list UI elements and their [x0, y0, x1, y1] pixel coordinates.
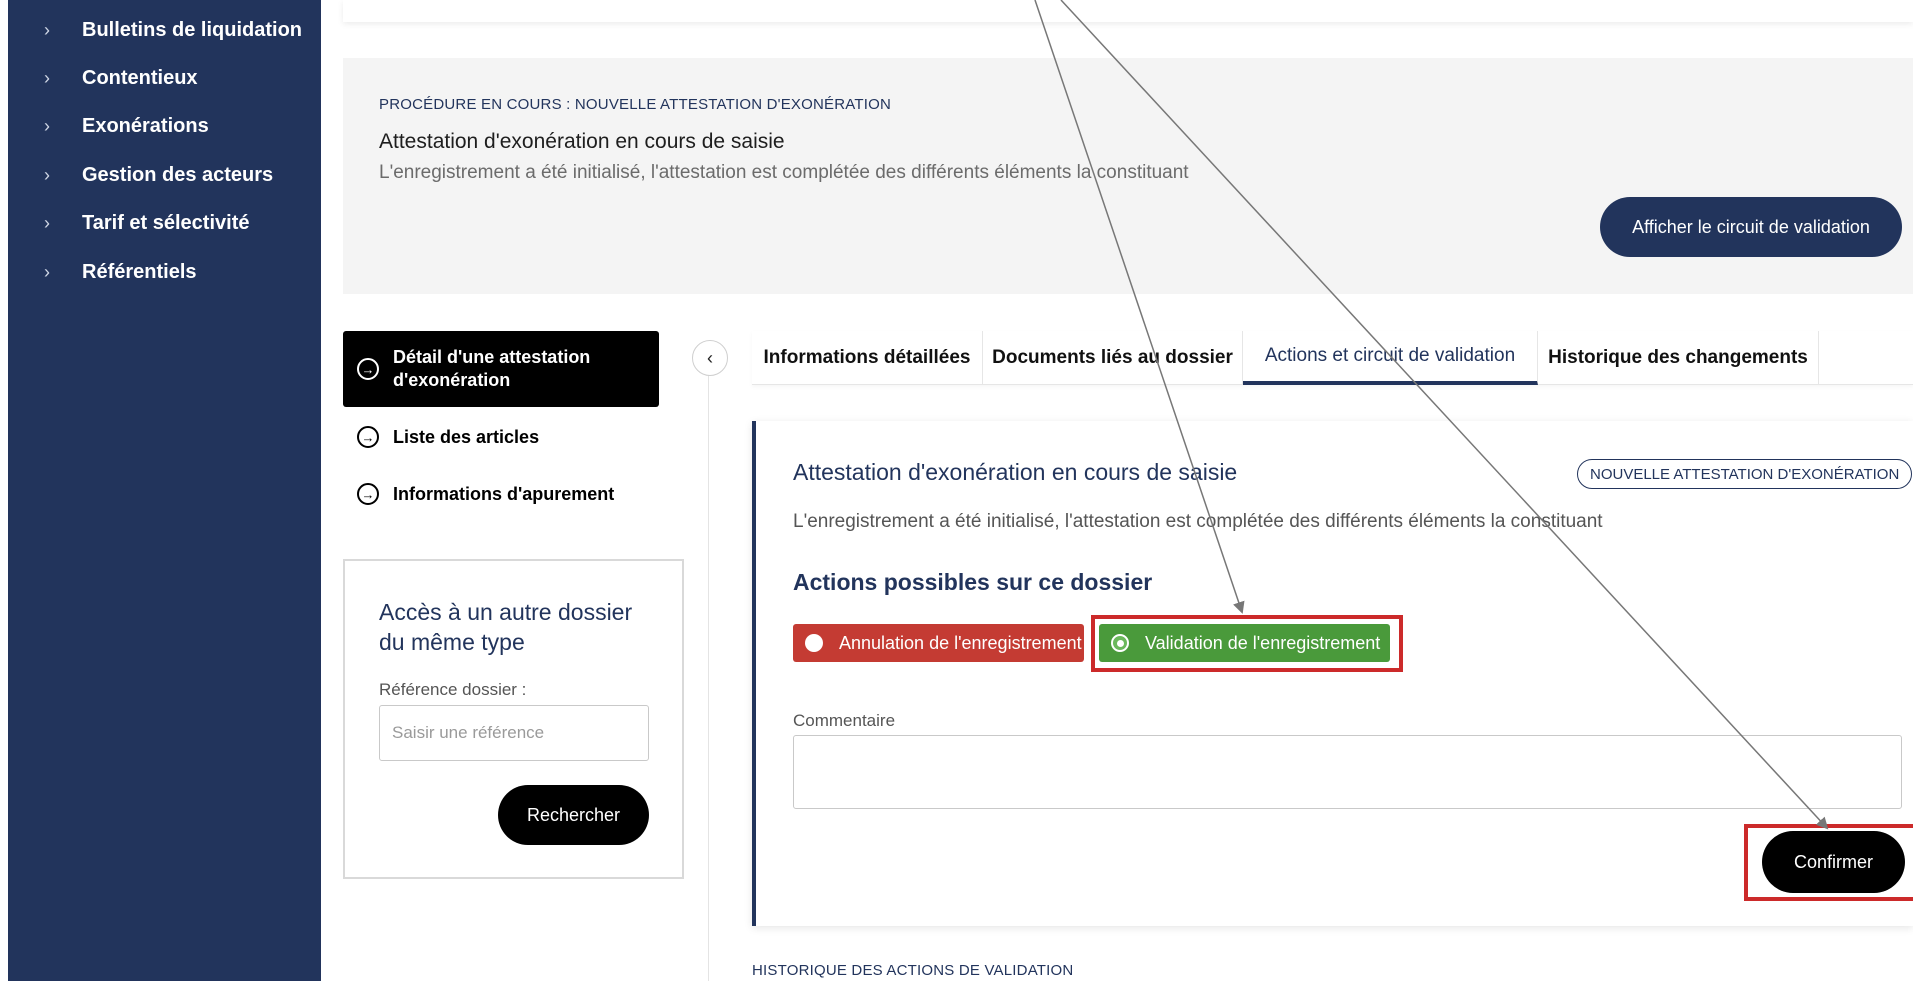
sidebar-item-exonerations[interactable]: › Exonérations [44, 106, 209, 146]
tab-historique-changements[interactable]: Historique des changements [1538, 331, 1819, 385]
chevron-right-icon: › [44, 19, 50, 40]
chevron-right-icon: › [44, 261, 50, 282]
divider [708, 350, 709, 981]
sidebar-item-label: Tarif et sélectivité [82, 211, 250, 234]
procedure-kicker: PROCÉDURE EN COURS : NOUVELLE ATTESTATIO… [379, 96, 891, 113]
chevron-right-icon: › [44, 67, 50, 88]
tab-documents-lies[interactable]: Documents liés au dossier [983, 331, 1243, 385]
tab-actions-circuit[interactable]: Actions et circuit de validation [1243, 331, 1538, 385]
sidebar-item-contentieux[interactable]: › Contentieux [44, 58, 198, 98]
procedure-title: Attestation d'exonération en cours de sa… [379, 130, 785, 153]
sidebar-item-referentiels[interactable]: › Référentiels [44, 252, 197, 292]
other-dossier-panel: Accès à un autre dossier du même type Ré… [343, 559, 684, 879]
nav-item-label: Liste des articles [393, 426, 540, 447]
show-circuit-button[interactable]: Afficher le circuit de validation [1600, 197, 1902, 257]
actions-title: Actions possibles sur ce dossier [793, 569, 1153, 595]
nav-item-label: Détail d'une attestation d'exonération [393, 347, 591, 390]
reference-label: Référence dossier : [379, 680, 527, 699]
sidebar-item-label: Contentieux [82, 66, 198, 89]
procedure-description: L'enregistrement a été initialisé, l'att… [379, 162, 1189, 183]
status-badge: NOUVELLE ATTESTATION D'EXONÉRATION [1577, 459, 1913, 489]
sidebar-item-label: Exonérations [82, 114, 209, 137]
reference-input[interactable] [379, 705, 649, 761]
other-dossier-title: Accès à un autre dossier du même type [379, 599, 633, 655]
action-cancel-radio[interactable]: Annulation de l'enregistrement [793, 624, 1084, 662]
page: › Bulletins de liquidation › Contentieux… [0, 0, 1913, 981]
circle-arrow-right-icon: → [357, 483, 379, 505]
nav-item-detail-attestation[interactable]: → Détail d'une attestation d'exonération [343, 331, 659, 407]
nav-item-label: Informations d'apurement [393, 483, 615, 504]
comment-label: Commentaire [793, 711, 896, 730]
sidebar: › Bulletins de liquidation › Contentieux… [8, 0, 321, 981]
nav-item-informations-apurement[interactable]: → Informations d'apurement [343, 474, 614, 514]
sidebar-item-tarif[interactable]: › Tarif et sélectivité [44, 203, 249, 243]
actions-card: Attestation d'exonération en cours de sa… [752, 421, 1913, 926]
chevron-right-icon: › [44, 115, 50, 136]
nav-item-liste-articles[interactable]: → Liste des articles [343, 417, 539, 457]
history-title: HISTORIQUE DES ACTIONS DE VALIDATION [752, 962, 1074, 979]
chevron-right-icon: › [44, 164, 50, 185]
collapse-panel-button[interactable]: ‹ [692, 340, 728, 376]
sidebar-item-label: Bulletins de liquidation [82, 18, 302, 41]
highlight-box-validate [1091, 615, 1403, 672]
sidebar-item-gestion-acteurs[interactable]: › Gestion des acteurs [44, 155, 273, 195]
search-button[interactable]: Rechercher [498, 785, 649, 845]
circle-arrow-right-icon: → [357, 358, 379, 380]
tab-informations-detaillees[interactable]: Informations détaillées [752, 331, 983, 385]
sidebar-item-label: Référentiels [82, 260, 197, 283]
comment-field[interactable] [793, 735, 1902, 809]
card-title: Attestation d'exonération en cours de sa… [793, 459, 1238, 485]
tab-bar: Informations détaillées Documents liés a… [752, 331, 1913, 385]
radio-unselected-icon [805, 634, 823, 652]
top-header-strip [343, 0, 1913, 22]
sidebar-item-bulletins[interactable]: › Bulletins de liquidation [44, 10, 302, 50]
procedure-panel: PROCÉDURE EN COURS : NOUVELLE ATTESTATIO… [343, 58, 1913, 294]
card-description: L'enregistrement a été initialisé, l'att… [793, 511, 1603, 532]
chevron-left-icon: ‹ [707, 347, 713, 368]
chevron-right-icon: › [44, 212, 50, 233]
highlight-box-confirm [1744, 824, 1913, 901]
sidebar-item-label: Gestion des acteurs [82, 163, 274, 186]
action-cancel-label: Annulation de l'enregistrement [839, 632, 1082, 653]
circle-arrow-right-icon: → [357, 426, 379, 448]
